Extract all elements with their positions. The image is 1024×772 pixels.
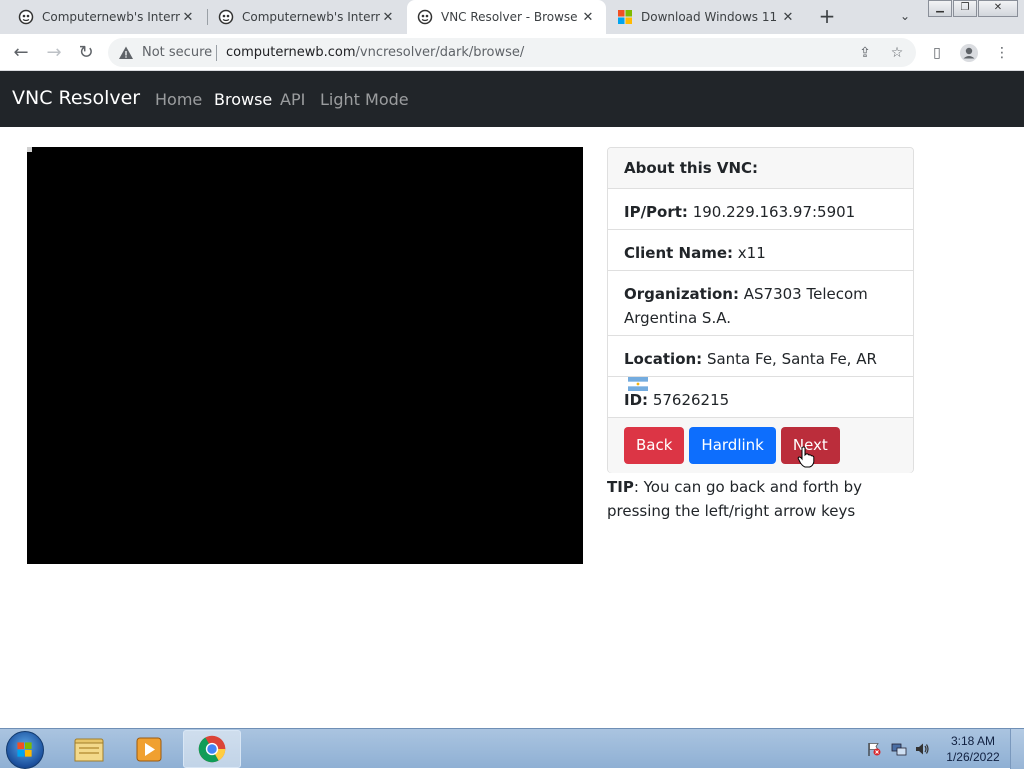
close-tab-icon[interactable]: ✕ — [580, 10, 596, 25]
card-header: About this VNC: — [608, 148, 913, 189]
microsoft-logo-icon — [618, 10, 632, 24]
omnibox-divider — [216, 45, 217, 61]
chrome-icon — [198, 735, 226, 763]
show-desktop-button[interactable] — [1010, 729, 1024, 769]
client-name-row: Client Name: x11 — [608, 230, 913, 271]
client-name-value: x11 — [737, 244, 766, 262]
clock-date: 1/26/2022 — [946, 750, 1000, 764]
media-player-icon — [136, 737, 162, 762]
ip-port-row: IP/Port: 190.229.163.97:5901 — [608, 189, 913, 230]
kebab-menu-icon[interactable]: ⋮ — [992, 43, 1012, 63]
ip-port-label: IP/Port: — [624, 203, 688, 221]
id-row: ID: 57626215 — [608, 377, 913, 418]
warning-triangle-icon[interactable] — [118, 45, 134, 61]
id-value: 57626215 — [652, 391, 730, 409]
close-window-button[interactable]: ✕ — [978, 0, 1018, 17]
taskbar-media-player[interactable] — [120, 730, 178, 768]
share-icon[interactable]: ⇪ — [856, 44, 874, 62]
tip-label: TIP — [607, 478, 634, 496]
hardlink-button[interactable]: Hardlink — [689, 427, 776, 464]
taskbar-explorer[interactable] — [60, 730, 118, 768]
tab-title: VNC Resolver - Browse — [441, 10, 578, 24]
action-center-flag-icon[interactable] — [866, 741, 882, 757]
close-tab-icon[interactable]: ✕ — [780, 10, 796, 25]
url-text[interactable]: computernewb.com/vncresolver/dark/browse… — [226, 45, 524, 60]
vnc-screenshot — [27, 147, 583, 564]
tab-search-chevron-icon[interactable]: ⌄ — [895, 6, 915, 26]
url-path: /vncresolver/dark/browse/ — [355, 45, 525, 60]
restore-button[interactable]: ❐ — [953, 0, 977, 17]
location-row: Location: Santa Fe, Santa Fe, AR — [608, 336, 913, 391]
bookmark-star-icon[interactable]: ☆ — [888, 44, 906, 62]
nav-link-browse[interactable]: Browse — [214, 90, 272, 109]
ip-port-value: 190.229.163.97:5901 — [692, 203, 856, 221]
hand-pointer-cursor-icon — [797, 446, 815, 468]
side-panel-icon[interactable]: ▯ — [927, 43, 947, 63]
vnc-info-card: About this VNC: IP/Port: 190.229.163.97:… — [607, 147, 914, 473]
id-label: ID: — [624, 391, 649, 409]
vnc-globe-icon — [218, 9, 234, 25]
browser-tab[interactable]: Download Windows 11 ✕ — [607, 0, 806, 34]
card-footer: Back Hardlink Next — [608, 418, 913, 473]
location-label: Location: — [624, 350, 703, 368]
organization-label: Organization: — [624, 285, 739, 303]
taskbar-clock[interactable]: 3:18 AM 1/26/2022 — [945, 733, 1001, 765]
client-name-label: Client Name: — [624, 244, 734, 262]
security-label[interactable]: Not secure — [142, 45, 212, 60]
site-navbar: VNC Resolver Home Browse API Light Mode — [0, 71, 1024, 127]
profile-avatar-icon[interactable] — [959, 43, 979, 63]
network-icon[interactable] — [891, 741, 907, 757]
taskbar-chrome[interactable] — [183, 730, 241, 768]
tip-body: : You can go back and forth by pressing … — [607, 478, 863, 520]
tab-title: Download Windows 11 — [641, 10, 778, 24]
tab-title: Computernewb's Internet — [42, 10, 180, 24]
browser-tab-active[interactable]: VNC Resolver - Browse ✕ — [407, 0, 606, 34]
address-bar[interactable]: Not secure computernewb.com/vncresolver/… — [108, 38, 916, 67]
reload-icon[interactable]: ↻ — [74, 41, 98, 65]
volume-icon[interactable] — [914, 741, 930, 757]
organization-row: Organization: AS7303 Telecom Argentina S… — [608, 271, 913, 336]
browser-tab[interactable]: Computernewb's Internet ✕ — [8, 0, 206, 34]
browser-tab-strip: Computernewb's Internet ✕ Computernewb's… — [0, 0, 1024, 34]
browser-toolbar: ← → ↻ Not secure computernewb.com/vncres… — [0, 34, 1024, 71]
back-arrow-icon[interactable]: ← — [9, 41, 33, 65]
browser-tab[interactable]: Computernewb's Internet ✕ — [208, 0, 406, 34]
site-brand[interactable]: VNC Resolver — [12, 87, 140, 109]
minimize-button[interactable]: ▁ — [928, 0, 952, 17]
vnc-globe-icon — [417, 9, 433, 25]
remote-cursor-marker — [27, 147, 32, 152]
windows-taskbar: 3:18 AM 1/26/2022 — [0, 728, 1024, 769]
tab-title: Computernewb's Internet — [242, 10, 380, 24]
clock-time: 3:18 AM — [950, 734, 996, 748]
location-value: Santa Fe, Santa Fe, AR — [706, 350, 877, 368]
url-host: computernewb.com — [226, 45, 356, 60]
vnc-globe-icon — [18, 9, 34, 25]
start-button[interactable] — [6, 731, 44, 769]
new-tab-button[interactable]: + — [815, 4, 839, 28]
close-tab-icon[interactable]: ✕ — [180, 10, 196, 25]
forward-arrow-icon[interactable]: → — [42, 41, 66, 65]
close-tab-icon[interactable]: ✕ — [380, 10, 396, 25]
nav-link-home[interactable]: Home — [155, 90, 202, 109]
folder-icon — [74, 738, 104, 762]
back-button[interactable]: Back — [624, 427, 685, 464]
tip-text: TIP: You can go back and forth by pressi… — [607, 475, 917, 523]
nav-link-light-mode[interactable]: Light Mode — [320, 90, 409, 109]
nav-link-api[interactable]: API — [280, 90, 305, 109]
